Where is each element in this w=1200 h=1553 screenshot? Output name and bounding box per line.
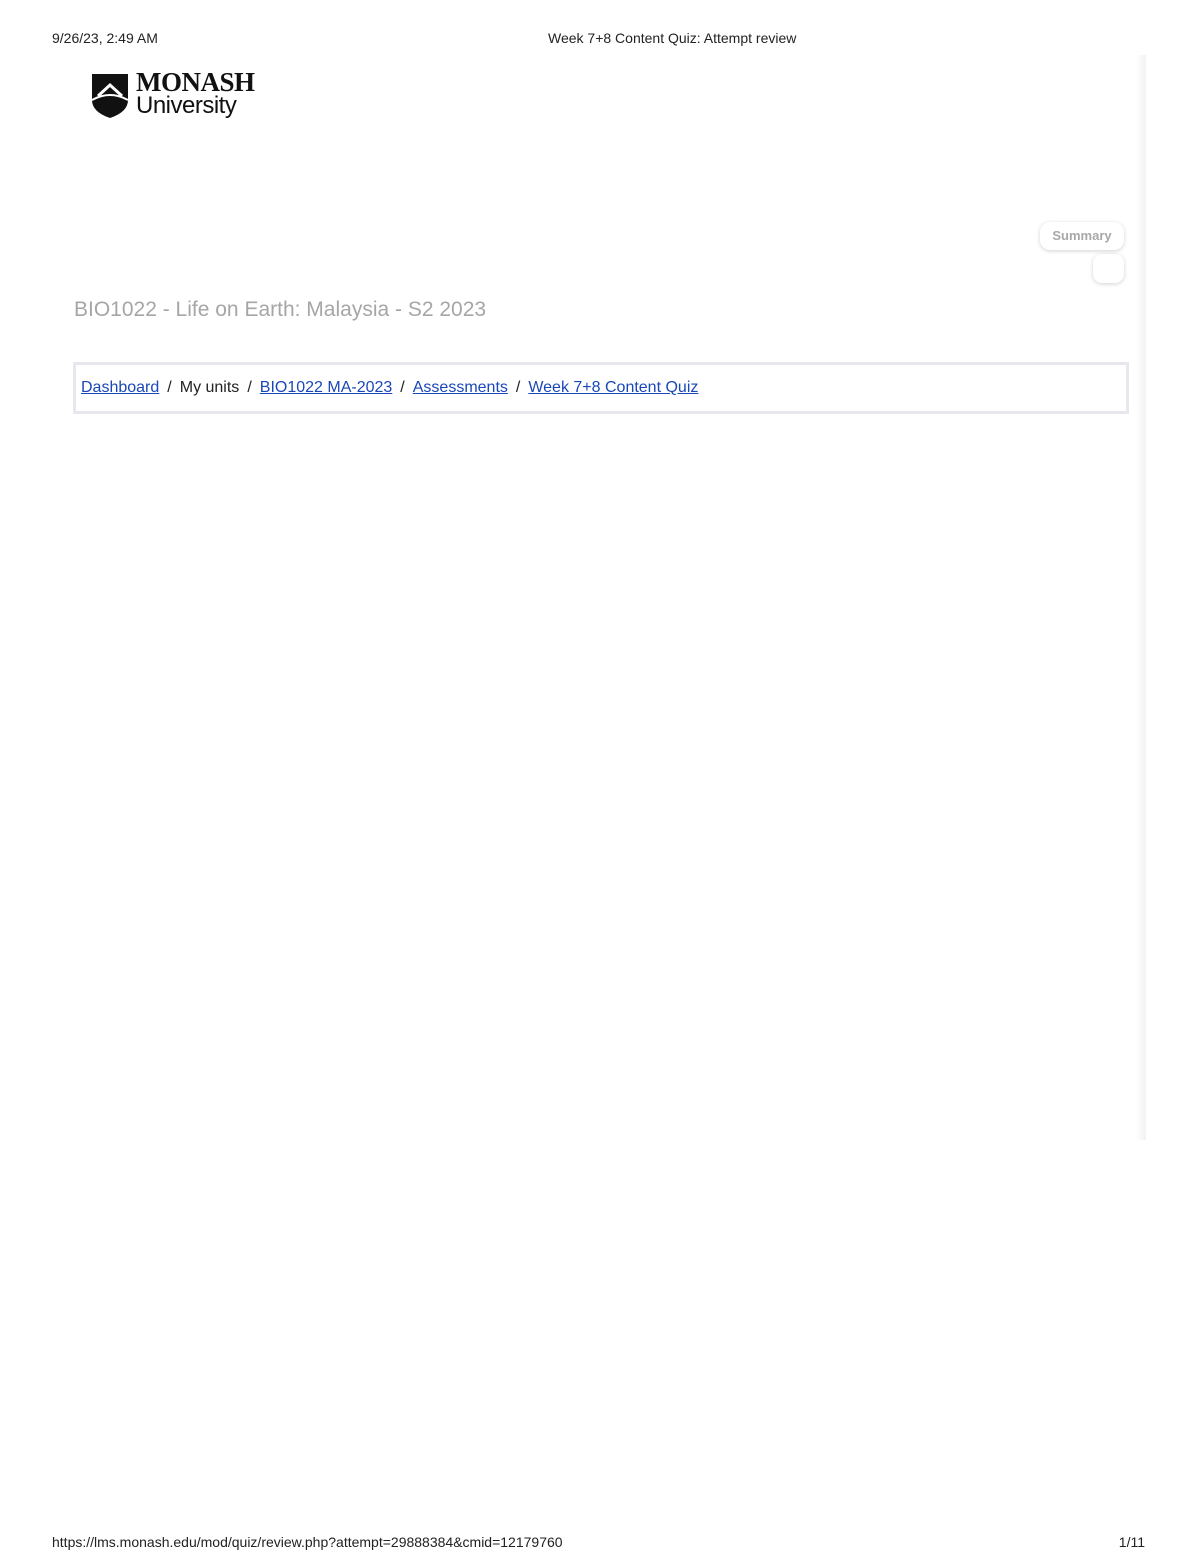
breadcrumb-separator: /	[400, 379, 405, 396]
breadcrumb-dashboard[interactable]: Dashboard	[81, 379, 159, 396]
course-title: BIO1022 - Life on Earth: Malaysia - S2 2…	[74, 298, 487, 321]
logo-subtitle: University	[136, 92, 237, 119]
breadcrumb-separator: /	[167, 379, 172, 396]
breadcrumb: Dashboard / My units / BIO1022 MA-2023 / Asses…	[73, 362, 1129, 414]
summary-toggle[interactable]	[1093, 254, 1124, 283]
monash-logo[interactable]: MONASH University	[88, 68, 258, 124]
print-url: https://lms.monash.edu/mod/quiz/review.p…	[52, 1534, 563, 1550]
breadcrumb-separator: /	[515, 379, 521, 396]
print-page-title: Week 7+8 Content Quiz: Attempt review	[548, 30, 797, 46]
print-date: 9/26/23, 2:49 AM	[52, 30, 158, 46]
monash-shield-icon	[91, 74, 129, 118]
print-header: 9/26/23, 2:49 AM Week 7+8 Content Quiz: …	[52, 30, 1145, 50]
drawer-shadow	[1136, 55, 1146, 1140]
breadcrumb-unit[interactable]: BIO1022 MA-2023	[260, 379, 393, 396]
breadcrumb-separator: /	[247, 379, 252, 396]
breadcrumb-quiz[interactable]: Week 7+8 Content Quiz	[528, 379, 698, 396]
summary-button[interactable]: Summary	[1040, 222, 1124, 250]
breadcrumb-my-units: My units	[179, 379, 240, 396]
breadcrumb-assessments[interactable]: Assessments	[413, 379, 508, 396]
print-page-number: 1/11	[1118, 1534, 1145, 1550]
